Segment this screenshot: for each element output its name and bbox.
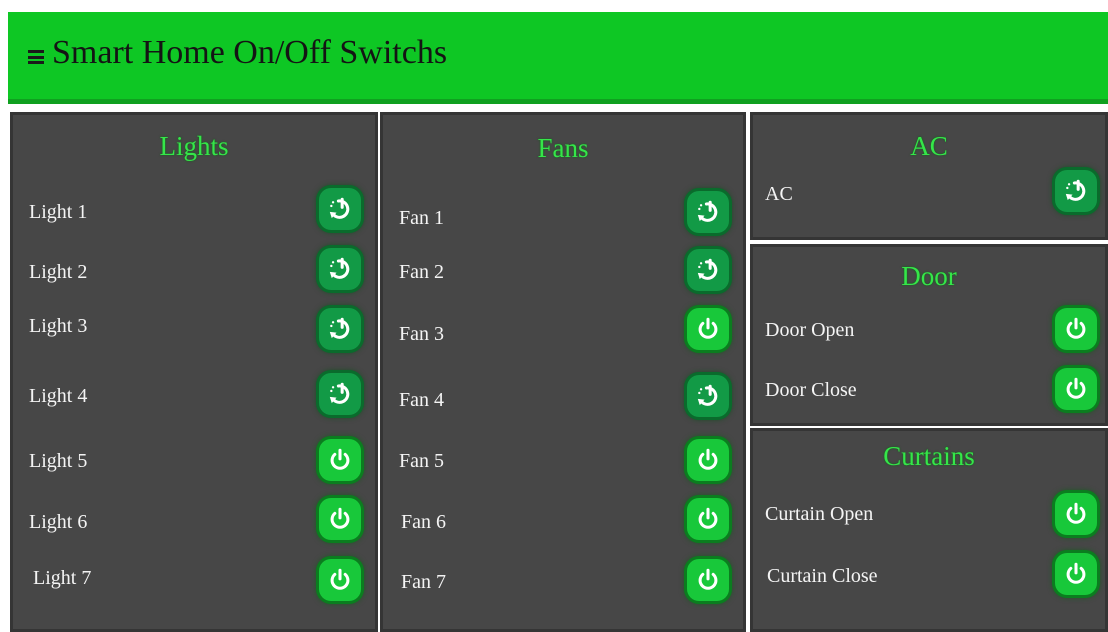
fan-1-label: Fan 1 [399,207,444,229]
fans-panel: Fans Fan 1 Fan 2 Fan 3 Fan 4 Fan 5 Fan 6… [380,112,746,632]
fan-7-label: Fan 7 [401,571,446,593]
hamburger-menu-icon[interactable] [28,50,44,64]
ac-panel-title: AC [910,131,948,161]
light-6-label: Light 6 [29,511,88,533]
door-panel: Door Door Open Door Close [750,244,1108,426]
curtain-close-label: Curtain Close [767,565,878,587]
fan-2-toggle-button[interactable] [687,249,729,291]
fan-4-label: Fan 4 [399,389,444,411]
power-icon [1063,376,1089,402]
power-refresh-icon [327,316,353,342]
fan-2-label: Fan 2 [399,261,444,283]
power-refresh-icon [695,383,721,409]
power-refresh-icon [1063,178,1089,204]
ac-panel: AC AC [750,112,1108,240]
ac-label: AC [765,183,793,205]
power-refresh-icon [327,196,353,222]
power-refresh-icon [695,199,721,225]
power-icon [327,447,353,473]
door-close-label: Door Close [765,379,857,401]
door-panel-title: Door [901,261,957,291]
power-refresh-icon [327,381,353,407]
power-icon [1063,501,1089,527]
light-4-toggle-button[interactable] [319,373,361,415]
curtains-panel-title: Curtains [883,441,975,471]
fan-6-toggle-button[interactable] [687,498,729,540]
power-icon [1063,561,1089,587]
lights-panel-title: Lights [159,131,229,161]
door-close-toggle-button[interactable] [1055,368,1097,410]
fan-6-label: Fan 6 [401,511,446,533]
fan-5-label: Fan 5 [399,450,444,472]
light-2-toggle-button[interactable] [319,248,361,290]
light-1-toggle-button[interactable] [319,188,361,230]
power-icon [1063,316,1089,342]
light-3-toggle-button[interactable] [319,308,361,350]
door-open-toggle-button[interactable] [1055,308,1097,350]
door-open-label: Door Open [765,319,855,341]
power-refresh-icon [327,256,353,282]
light-7-toggle-button[interactable] [319,559,361,601]
light-2-label: Light 2 [29,261,88,283]
fan-5-toggle-button[interactable] [687,439,729,481]
lights-panel: Lights Light 1 Light 2 Light 3 Light 4 L… [10,112,378,632]
power-icon [327,506,353,532]
fan-1-toggle-button[interactable] [687,191,729,233]
ac-toggle-button[interactable] [1055,170,1097,212]
fan-4-toggle-button[interactable] [687,375,729,417]
fan-7-toggle-button[interactable] [687,559,729,601]
fan-3-toggle-button[interactable] [687,308,729,350]
curtain-open-label: Curtain Open [765,503,874,525]
power-refresh-icon [695,257,721,283]
power-icon [327,567,353,593]
curtains-panel: Curtains Curtain Open Curtain Close [750,428,1108,632]
page-title: Smart Home On/Off Switchs [52,34,448,71]
power-icon [695,316,721,342]
light-3-label: Light 3 [29,315,88,337]
light-6-toggle-button[interactable] [319,498,361,540]
curtain-open-toggle-button[interactable] [1055,493,1097,535]
light-5-toggle-button[interactable] [319,439,361,481]
power-icon [695,567,721,593]
app-header: Smart Home On/Off Switchs [8,12,1108,104]
power-icon [695,506,721,532]
curtain-close-toggle-button[interactable] [1055,553,1097,595]
light-1-label: Light 1 [29,201,88,223]
fan-3-label: Fan 3 [399,323,444,345]
fans-panel-title: Fans [537,133,589,163]
light-7-label: Light 7 [33,567,92,589]
light-4-label: Light 4 [29,385,88,407]
power-icon [695,447,721,473]
light-5-label: Light 5 [29,450,88,472]
